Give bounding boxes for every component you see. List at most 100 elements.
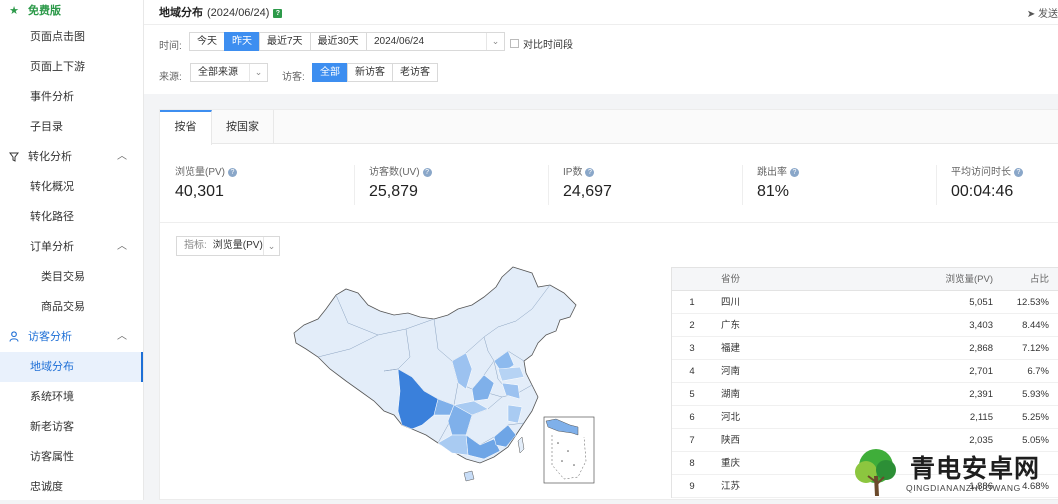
sidebar-group-visitor-analysis[interactable]: 访客分析 ︿	[0, 322, 143, 352]
compare-period-checkbox[interactable]: 对比时间段	[510, 36, 573, 51]
map-region-hainan	[463, 470, 475, 482]
column-header-pv[interactable]: 浏览量(PV)	[945, 268, 993, 291]
time-last30-button[interactable]: 最近30天	[309, 32, 367, 51]
table-row[interactable]: 4 河南 2,701 6.7%	[672, 360, 1058, 383]
divider	[144, 24, 1058, 25]
cell-rank: 1	[689, 297, 695, 308]
metric-avg-duration: 平均访问时长? 00:04:46	[951, 163, 1023, 207]
cell-rank: 5	[689, 389, 695, 400]
date-picker-value: 2024/06/24	[374, 36, 425, 47]
send-button[interactable]: ➤ 发送	[1027, 5, 1058, 20]
sidebar-item-label: 页面点击图	[30, 31, 85, 43]
cell-pct: 12.53%	[1016, 297, 1049, 308]
watermark-subtitle: QINGDIANANZHUOWANG	[906, 483, 1021, 493]
chevron-up-icon: ︿	[117, 331, 127, 342]
star-icon: ★	[9, 5, 19, 17]
date-picker[interactable]: 2024/06/24 ⌄	[366, 32, 505, 51]
time-yesterday-button[interactable]: 昨天	[224, 32, 260, 51]
column-header-province[interactable]: 省份	[721, 268, 740, 291]
table-header: 省份 浏览量(PV) 占比	[672, 268, 1058, 291]
sidebar-item-system-environment[interactable]: 系统环境	[0, 382, 143, 412]
sidebar-item-product-trade[interactable]: 商品交易	[0, 292, 143, 322]
metric-value: 40,301	[175, 183, 224, 200]
sidebar-item-page-upstream[interactable]: 页面上下游	[0, 52, 143, 82]
time-range-buttons: 今天 昨天 最近7天 最近30天	[189, 32, 367, 51]
visitor-label: 访客:	[282, 72, 305, 83]
sidebar-item-conversion-overview[interactable]: 转化概况	[0, 172, 143, 202]
table-row[interactable]: 6 河北 2,115 5.25%	[672, 406, 1058, 429]
cell-pv: 3,403	[969, 320, 993, 331]
map-country-outline	[293, 266, 577, 464]
sidebar-item-loyalty[interactable]: 忠诚度	[0, 472, 143, 502]
cell-province: 河北	[721, 412, 741, 423]
sidebar-group-order-analysis[interactable]: 订单分析 ︿	[0, 232, 143, 262]
send-label: 发送	[1038, 9, 1058, 20]
metric-label: 访客数(UV)	[369, 167, 420, 178]
question-icon[interactable]: ?	[1014, 167, 1023, 177]
question-icon[interactable]: ?	[585, 167, 595, 177]
checkbox-icon	[510, 39, 519, 48]
visitor-old-button[interactable]: 老访客	[392, 63, 438, 82]
column-header-pct[interactable]: 占比	[1030, 268, 1049, 291]
tab-by-province[interactable]: 按省	[160, 110, 212, 145]
watermark-title: 青电安卓网	[910, 455, 1041, 483]
divider	[742, 165, 743, 205]
table-row[interactable]: 2 广东 3,403 8.44%	[672, 314, 1058, 337]
chevron-down-icon: ⌄	[486, 33, 504, 50]
cell-province: 河南	[721, 366, 741, 377]
cell-pv: 2,868	[969, 343, 993, 354]
question-icon[interactable]: ?	[228, 167, 237, 177]
question-icon[interactable]: ?	[422, 167, 432, 177]
sidebar-item-region-distribution[interactable]: 地域分布	[0, 352, 143, 382]
sidebar-item-visitor-attributes[interactable]: 访客属性	[0, 442, 143, 472]
chevron-up-icon: ︿	[117, 151, 127, 162]
china-map[interactable]	[288, 265, 618, 501]
metric-label: 跳出率	[757, 167, 787, 178]
divider	[354, 165, 355, 205]
visitor-new-button[interactable]: 新访客	[347, 63, 393, 82]
visitor-type-buttons: 全部 新访客 老访客	[312, 63, 438, 82]
region-tabs: 按省 按国家	[160, 110, 1058, 145]
page-title-date: (2024/06/24)	[207, 7, 270, 19]
table-row[interactable]: 3 福建 2,868 7.12%	[672, 337, 1058, 360]
sidebar-item-label: 订单分析	[30, 241, 74, 253]
sidebar-item-category-trade[interactable]: 类目交易	[0, 262, 143, 292]
source-select-value: 全部来源	[198, 67, 238, 78]
cell-pct: 6.7%	[1027, 366, 1049, 377]
divider	[936, 165, 937, 205]
sidebar-free-version[interactable]: ★ 免费版	[0, 0, 143, 22]
user-icon	[8, 322, 20, 354]
cell-rank: 7	[689, 435, 695, 446]
tab-by-country[interactable]: 按国家	[212, 110, 274, 144]
time-last7-button[interactable]: 最近7天	[259, 32, 311, 51]
cell-province: 重庆	[721, 458, 741, 469]
metric-value: 24,697	[563, 183, 612, 200]
cell-pct: 5.93%	[1022, 389, 1049, 400]
cell-pct: 7.12%	[1022, 343, 1049, 354]
sidebar-item-new-old-visitors[interactable]: 新老访客	[0, 412, 143, 442]
sidebar-item-event-analysis[interactable]: 事件分析	[0, 82, 143, 112]
source-select[interactable]: 全部来源 ⌄	[190, 63, 268, 82]
table-row[interactable]: 1 四川 5,051 12.53%	[672, 291, 1058, 314]
chevron-down-icon: ⌄	[249, 64, 267, 81]
cell-pct: 5.25%	[1022, 412, 1049, 423]
map-region-taiwan	[517, 436, 525, 454]
table-row[interactable]: 5 湖南 2,391 5.93%	[672, 383, 1058, 406]
tree-logo-icon	[855, 449, 896, 496]
help-badge-icon[interactable]: ?	[273, 8, 283, 18]
visitor-all-button[interactable]: 全部	[312, 63, 348, 82]
sidebar-item-subdirectory[interactable]: 子目录	[0, 112, 143, 142]
china-map-svg	[293, 266, 595, 484]
time-today-button[interactable]: 今天	[189, 32, 225, 51]
sidebar-group-conversion[interactable]: 转化分析 ︿	[0, 142, 143, 172]
question-icon[interactable]: ?	[790, 167, 799, 177]
sidebar-item-label: 页面上下游	[30, 61, 85, 73]
cell-province: 四川	[721, 297, 741, 308]
cell-province: 陕西	[721, 435, 741, 446]
metric-bounce-rate: 跳出率? 81%	[757, 163, 799, 207]
sidebar-item-conversion-path[interactable]: 转化路径	[0, 202, 143, 232]
sidebar-item-page-click-map[interactable]: 页面点击图	[0, 22, 143, 52]
cell-province: 江苏	[721, 481, 741, 492]
metrics-row: 浏览量(PV)? 40,301 访客数(UV)? 25,879 IP数? 24,…	[160, 145, 1058, 223]
indicator-select[interactable]: 指标: 浏览量(PV) ⌄	[176, 236, 280, 256]
